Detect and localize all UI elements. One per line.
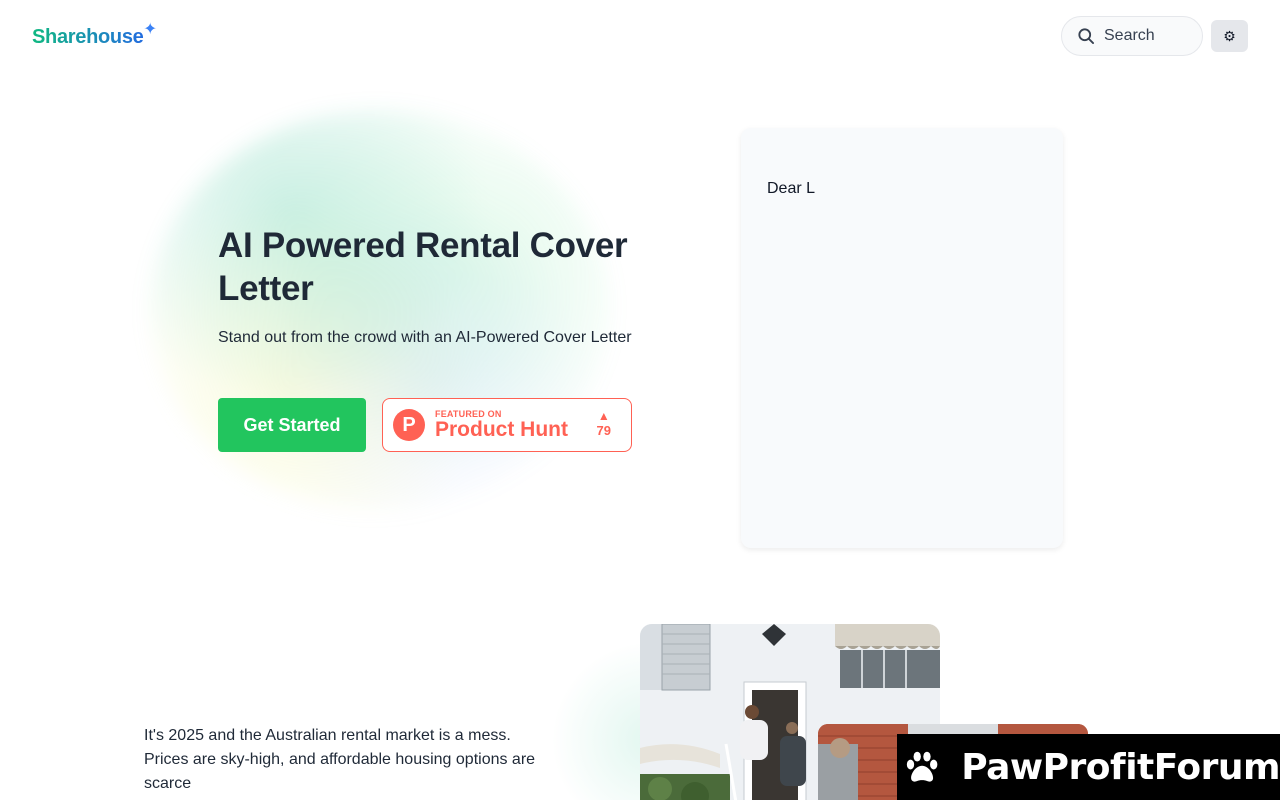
product-hunt-name: Product Hunt (435, 418, 568, 441)
watermark-banner: PawProfitForum (897, 734, 1280, 800)
sparkle-icon: ✦ (143, 21, 157, 38)
cover-letter-text: Dear L (767, 180, 816, 197)
upvote-count: 79 (596, 423, 611, 438)
intro-paragraph: It's 2025 and the Australian rental mark… (144, 727, 536, 792)
logo-link[interactable]: Sharehouse ✦ (32, 22, 156, 49)
search-icon (1078, 28, 1094, 44)
search-label: Search (1104, 27, 1155, 44)
cover-letter-preview-card: Dear L (741, 128, 1063, 548)
hero-subtitle: Stand out from the crowd with an AI-Powe… (218, 329, 632, 346)
logo-text: Sharehouse (32, 26, 144, 48)
search-button[interactable]: Search (1061, 16, 1203, 56)
product-hunt-votes: ▲ 79 (597, 409, 611, 438)
paw-icon (906, 751, 938, 782)
page: Sharehouse ✦ Search ⚙ AI Powered Rental … (0, 0, 1280, 800)
watermark-text: PawProfitForum (961, 746, 1280, 788)
product-hunt-logo-icon: P (393, 409, 425, 441)
upvote-arrow-icon: ▲ (597, 409, 610, 423)
product-hunt-badge[interactable]: P FEATURED ON Product Hunt ▲ 79 (382, 398, 632, 452)
product-hunt-text: FEATURED ON Product Hunt (435, 409, 568, 441)
hero-title: AI Powered Rental Cover Letter (218, 226, 628, 308)
get-started-button[interactable]: Get Started (218, 398, 366, 452)
gear-icon: ⚙ (1223, 27, 1236, 44)
settings-button[interactable]: ⚙ (1211, 20, 1248, 52)
